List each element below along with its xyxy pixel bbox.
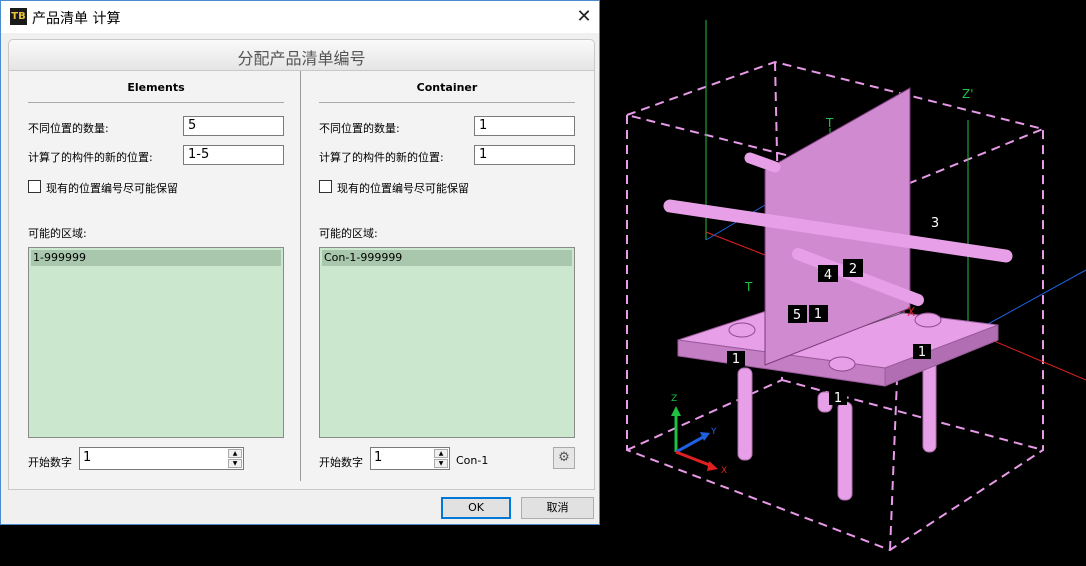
cancel-button[interactable]: 取消 [521, 497, 594, 519]
spin-up-button[interactable]: ▲ [228, 449, 242, 458]
elements-new-positions-label: 计算了的构件的新的位置: [28, 151, 153, 164]
spin-buttons: ▲ ▼ [434, 449, 448, 468]
elements-keep-numbers-checkbox[interactable] [28, 180, 41, 193]
container-new-positions-field[interactable]: 1 [474, 145, 575, 165]
numbering-dialog: TB 产品清单 计算 ✕ 分配产品清单编号 Elements 不同位置的数量: … [0, 0, 600, 525]
content-panel: Elements 不同位置的数量: 5 计算了的构件的新的位置: 1-5 现有的… [8, 70, 595, 490]
svg-text:1: 1 [814, 307, 822, 322]
window-title: 产品清单 计算 [32, 11, 121, 27]
list-item[interactable]: 1-999999 [31, 250, 281, 266]
dialog-heading: 分配产品清单编号 [237, 49, 366, 68]
container-start-value[interactable]: 1 [374, 450, 382, 465]
container-positions-count-field[interactable]: 1 [474, 116, 575, 136]
container-keep-numbers-checkbox[interactable] [319, 180, 332, 193]
axis-label-x: X [907, 305, 915, 319]
container-keep-numbers-label[interactable]: 现有的位置编号尽可能保留 [337, 180, 469, 196]
elements-positions-count-label: 不同位置的数量: [28, 122, 109, 135]
gear-icon: ⚙ [558, 450, 570, 465]
container-range-label: 可能的区域: [319, 227, 378, 240]
spin-buttons: ▲ ▼ [228, 449, 242, 468]
app-icon: TB [10, 8, 27, 25]
container-new-positions-label: 计算了的构件的新的位置: [319, 151, 444, 164]
axis-label-t-top: T [825, 116, 834, 130]
container-range-list[interactable]: Con-1-999999 [319, 247, 575, 438]
axis-label-z-prime: Z' [962, 87, 974, 101]
elements-column: Elements 不同位置的数量: 5 计算了的构件的新的位置: 1-5 现有的… [28, 71, 284, 481]
elements-new-positions-field[interactable]: 1-5 [183, 145, 284, 165]
svg-text:Z: Z [671, 394, 677, 404]
svg-text:1: 1 [732, 352, 740, 367]
dialog-header: 分配产品清单编号 [8, 39, 595, 71]
container-start-label: 开始数字 [319, 456, 363, 469]
close-button[interactable]: ✕ [569, 3, 599, 31]
spin-down-button[interactable]: ▼ [434, 459, 448, 468]
list-item[interactable]: Con-1-999999 [322, 250, 572, 266]
svg-text:5: 5 [793, 308, 801, 323]
elements-positions-count-field[interactable]: 5 [183, 116, 284, 136]
close-icon: ✕ [576, 6, 592, 27]
container-column: Container 不同位置的数量: 1 计算了的构件的新的位置: 1 现有的位… [319, 71, 575, 481]
elements-range-list[interactable]: 1-999999 [28, 247, 284, 438]
container-divider [319, 102, 575, 103]
elements-start-label: 开始数字 [28, 456, 72, 469]
orientation-triad: Z Y X [671, 394, 727, 476]
svg-text:1: 1 [834, 391, 842, 406]
elements-start-value[interactable]: 1 [83, 450, 91, 465]
container-positions-count-label: 不同位置的数量: [319, 122, 400, 135]
svg-text:3: 3 [931, 216, 939, 231]
svg-text:1: 1 [918, 345, 926, 360]
ok-button[interactable]: OK [441, 497, 511, 519]
column-divider [300, 71, 301, 481]
spin-up-button[interactable]: ▲ [434, 449, 448, 458]
container-title: Container [416, 81, 478, 94]
svg-text:2: 2 [849, 262, 857, 277]
svg-text:X: X [721, 466, 727, 476]
spin-down-button[interactable]: ▼ [228, 459, 242, 468]
elements-divider [28, 102, 284, 103]
title-bar[interactable]: TB 产品清单 计算 ✕ [1, 1, 599, 33]
settings-button[interactable]: ⚙ [553, 447, 575, 469]
svg-text:4: 4 [824, 268, 832, 283]
elements-title: Elements [127, 81, 185, 94]
axis-label-t-left: T [744, 280, 753, 294]
elements-range-label: 可能的区域: [28, 227, 87, 240]
elements-start-spinbox[interactable]: 1 ▲ ▼ [79, 447, 244, 470]
elements-keep-numbers-label[interactable]: 现有的位置编号尽可能保留 [46, 180, 178, 196]
svg-text:Y: Y [710, 427, 717, 437]
container-start-spinbox[interactable]: 1 ▲ ▼ [370, 447, 450, 470]
axis-red-left [705, 231, 766, 256]
container-prefix-label: Con-1 [456, 454, 489, 467]
